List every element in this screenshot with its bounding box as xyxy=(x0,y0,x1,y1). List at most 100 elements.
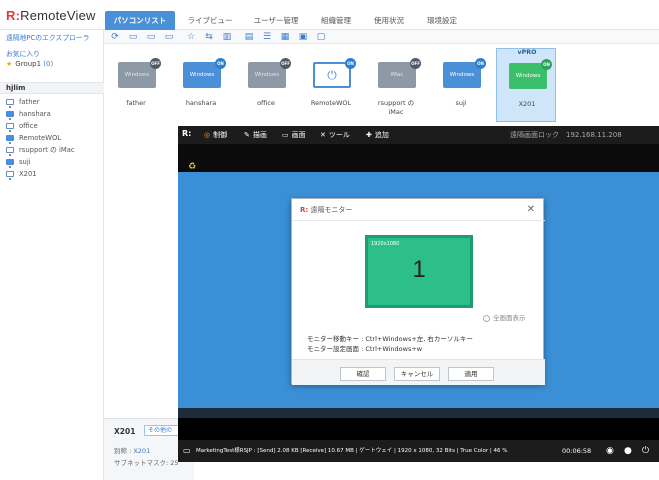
tab-live-view[interactable]: ライブビュー xyxy=(180,11,240,30)
monitor-icon xyxy=(6,135,14,144)
device-label: X201 xyxy=(518,100,536,108)
star-outline-icon[interactable]: ☆ xyxy=(186,32,196,42)
group-name: Group1 xyxy=(15,60,42,68)
status-badge: OFF xyxy=(280,58,291,69)
alias-value: X201 xyxy=(133,447,151,455)
session-timer: 00:06:58 xyxy=(562,447,592,455)
menu-label: 制御 xyxy=(213,131,228,139)
remote-explorer-link[interactable]: 遠隔地PCのエクスプローラ xyxy=(6,32,89,42)
refresh-icon[interactable]: ⟳ xyxy=(110,32,120,42)
power-icon[interactable]: ⏻ xyxy=(642,440,649,462)
subnet-row: サブネットマスク: 25 xyxy=(114,459,179,467)
apply-button[interactable]: 適用 xyxy=(448,367,494,381)
menu-add[interactable]: ✚ 追加 xyxy=(366,130,389,140)
tab-pc-list[interactable]: パソコンリスト xyxy=(105,11,175,30)
remote-lock-status[interactable]: 遠隔画面ロック 192.168.11.208 xyxy=(510,130,622,140)
settings-key-info: モニター設定画面 : Ctrl+Windows+w xyxy=(307,345,423,353)
monitor-tile-1[interactable]: 1920x1080 1 xyxy=(365,235,473,308)
move-key-info: モニター移動キー : Ctrl+Windows+左, 右カーソルキー xyxy=(307,335,473,343)
device-label: RemoteWOL xyxy=(310,99,352,107)
monitor-icon[interactable]: ▭ xyxy=(128,32,138,42)
app-logo[interactable]: R:RemoteView xyxy=(6,8,96,23)
device-imac[interactable]: iMac OFF rsupport の iMac xyxy=(366,52,426,122)
device-remotewol[interactable]: ⏻ ON RemoteWOL xyxy=(301,52,361,122)
device-suji[interactable]: Windows ON suji xyxy=(431,52,491,122)
device-label: father xyxy=(126,99,146,107)
remote-taskbar[interactable] xyxy=(178,408,659,418)
remote-dark-band xyxy=(178,144,659,172)
window-icon[interactable]: ▢ xyxy=(316,32,326,42)
monitor-number: 1 xyxy=(412,256,426,283)
swap-icon[interactable]: ⇆ xyxy=(204,32,214,42)
device-label: rsupport の iMac xyxy=(366,99,426,117)
menu-label: 画面 xyxy=(291,131,306,139)
sidebar-item-imac[interactable]: rsupport の iMac xyxy=(6,145,75,156)
menu-draw[interactable]: ✎ 描画 xyxy=(244,130,267,140)
sidebar-item-suji[interactable]: suji xyxy=(6,157,31,168)
dialog-logo: R: xyxy=(300,206,309,214)
status-text: MarketingTest様RSJP : [Send] 2.08 KB [Rec… xyxy=(196,448,508,454)
close-icon[interactable]: ✕ xyxy=(527,204,535,215)
vpro-label: vPRO xyxy=(517,49,537,56)
camera-icon[interactable]: ◉ xyxy=(606,440,614,462)
sidebar-item-label: hanshara xyxy=(19,110,51,118)
remote-monitor-dialog: R: 遠隔モニター ✕ 1920x1080 1 全画面表示 モニター移動キー :… xyxy=(291,198,545,385)
document-icon[interactable]: ▤ xyxy=(244,32,254,42)
favorites-link[interactable]: お気に入り xyxy=(6,48,40,58)
monitor-icon xyxy=(6,111,14,120)
sidebar: 遠隔地PCのエクスプローラ お気に入り ★ Group1 (0) hjlim fa… xyxy=(0,30,104,480)
monitor-icon xyxy=(6,123,14,132)
save-icon[interactable]: ▣ xyxy=(298,32,308,42)
power-icon: ⏻ xyxy=(327,68,337,82)
list-icon[interactable]: ☰ xyxy=(262,32,272,42)
sidebar-item-label: father xyxy=(19,98,40,106)
status-badge: ON xyxy=(475,58,486,69)
sidebar-item-x201[interactable]: X201 xyxy=(6,169,37,180)
group-count: (0) xyxy=(43,60,54,68)
tab-usage[interactable]: 使用状況 xyxy=(365,11,413,30)
device-office[interactable]: Windows OFF office xyxy=(236,52,296,122)
remote-status-bar: ▭ MarketingTest様RSJP : [Send] 2.08 KB [R… xyxy=(178,440,659,462)
dialog-title: 遠隔モニター xyxy=(310,206,353,214)
favorite-group[interactable]: ★ Group1 (0) xyxy=(6,60,53,68)
recycle-bin-icon[interactable]: ♻ xyxy=(188,162,196,172)
sidebar-item-label: office xyxy=(19,122,38,130)
fullscreen-checkbox[interactable]: 全画面表示 xyxy=(483,312,526,322)
sidebar-item-label: X201 xyxy=(19,170,37,178)
menu-screen[interactable]: ▭ 画面 xyxy=(282,130,306,140)
sidebar-item-father[interactable]: father xyxy=(6,97,40,108)
monitor-add-icon[interactable]: ▭ xyxy=(146,32,156,42)
status-badge: OFF xyxy=(150,58,161,69)
fullscreen-label: 全画面表示 xyxy=(493,314,526,322)
sidebar-item-label: suji xyxy=(19,158,31,166)
device-label-line1: rsupport の xyxy=(377,99,415,107)
menu-control[interactable]: ◎ 制御 xyxy=(204,130,227,140)
cancel-button[interactable]: キャンセル xyxy=(394,367,440,381)
menu-tools[interactable]: ✕ ツール xyxy=(320,130,350,140)
pen-icon: ✎ xyxy=(244,131,250,139)
sidebar-item-office[interactable]: office xyxy=(6,121,38,132)
monitor-resolution: 1920x1080 xyxy=(371,241,400,247)
menu-label: ツール xyxy=(328,131,350,139)
section-title[interactable]: hjlim xyxy=(0,82,104,94)
tab-settings[interactable]: 環境設定 xyxy=(418,11,466,30)
grid-icon[interactable]: ▦ xyxy=(280,32,290,42)
device-x201[interactable]: vPRO Windows ON X201 xyxy=(496,48,556,122)
trash-icon[interactable]: ▥ xyxy=(222,32,232,42)
device-father[interactable]: Windows OFF father xyxy=(106,52,166,122)
control-icon: ◎ xyxy=(204,131,211,139)
record-icon[interactable]: ● xyxy=(624,440,632,462)
status-badge: ON xyxy=(345,58,356,69)
remote-black-band xyxy=(178,418,659,440)
sidebar-item-remotewol[interactable]: RemoteWOL xyxy=(6,133,61,144)
device-label: hanshara xyxy=(185,99,217,107)
tab-organization[interactable]: 組織管理 xyxy=(312,11,360,30)
chat-icon[interactable]: ▭ xyxy=(183,440,191,462)
monitor-move-icon[interactable]: ▭ xyxy=(164,32,174,42)
sidebar-item-hanshara[interactable]: hanshara xyxy=(6,109,51,120)
ok-button[interactable]: 確認 xyxy=(340,367,386,381)
device-hanshara[interactable]: Windows ON hanshara xyxy=(171,52,231,122)
monitor-icon xyxy=(6,159,14,168)
star-icon: ★ xyxy=(6,60,13,68)
tab-user-management[interactable]: ユーザー管理 xyxy=(245,11,307,30)
